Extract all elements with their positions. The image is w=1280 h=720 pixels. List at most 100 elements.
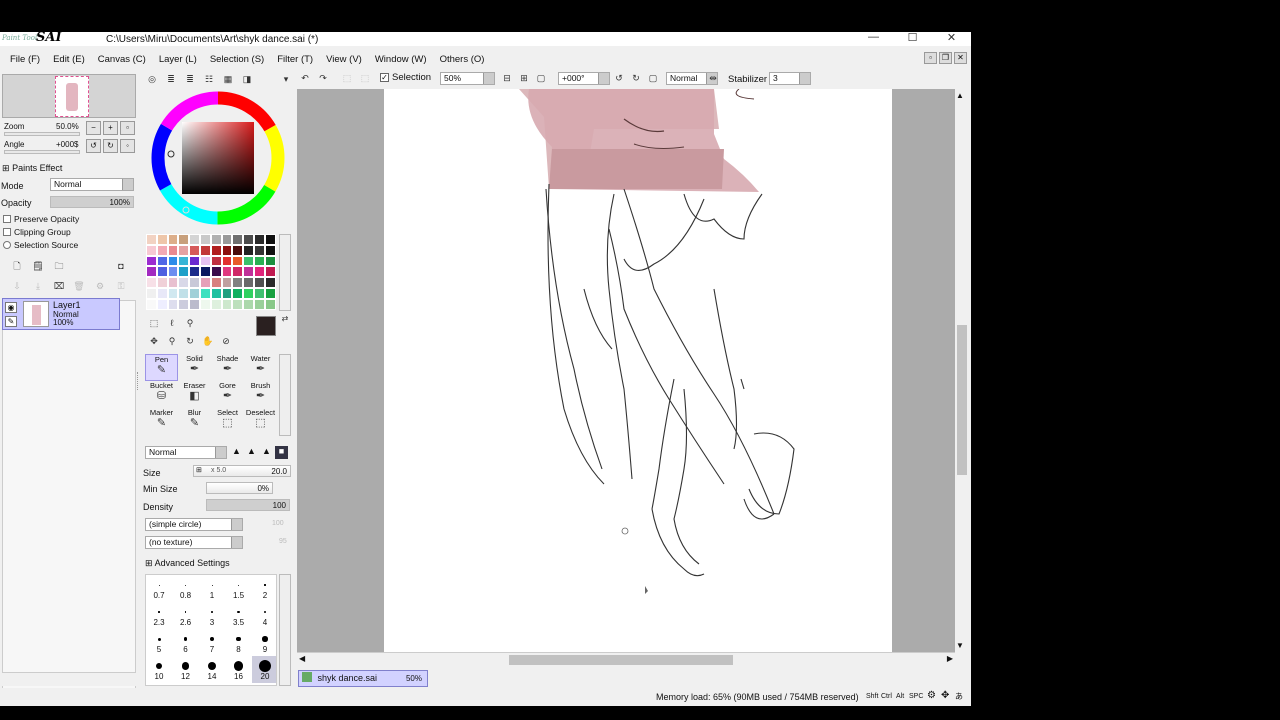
color-swatch[interactable] <box>146 287 157 299</box>
merge-down-icon[interactable]: ⤓ <box>31 279 45 293</box>
color-swatch[interactable] <box>253 277 265 288</box>
rotate-reset-button[interactable]: ◦ <box>120 139 135 153</box>
menu-view[interactable]: View (V) <box>326 54 362 65</box>
color-swatch[interactable] <box>221 287 233 299</box>
color-swatch[interactable] <box>264 287 276 299</box>
collapse-panel-icon[interactable]: ▾ <box>279 72 293 86</box>
color-swatch[interactable] <box>243 255 254 267</box>
color-wheel[interactable] <box>150 90 286 226</box>
panel-splitter[interactable] <box>137 372 142 390</box>
delete-layer-icon[interactable]: 🗑 <box>72 279 86 293</box>
color-swatch[interactable] <box>146 244 157 256</box>
hsv-slider-icon[interactable]: ≣ <box>183 72 197 86</box>
color-swatch[interactable] <box>253 266 265 278</box>
menu-edit[interactable]: Edit (E) <box>53 54 85 65</box>
color-swatch[interactable] <box>221 277 233 288</box>
color-swatch[interactable] <box>189 298 200 310</box>
color-swatch[interactable] <box>210 287 222 299</box>
deselect-icon[interactable]: ⬚ <box>340 71 354 85</box>
zoom-select[interactable]: 50% <box>440 72 495 85</box>
mode-select[interactable]: Normal <box>50 178 134 191</box>
menu-file[interactable]: File (F) <box>10 54 40 65</box>
color-swatch[interactable] <box>167 266 179 278</box>
tool-gore[interactable]: Gore ✒ <box>211 381 244 408</box>
color-swatch[interactable] <box>178 277 190 288</box>
clear-layer-icon[interactable]: ⌧ <box>52 279 66 293</box>
vertical-scroll-thumb[interactable] <box>957 325 967 475</box>
horizontal-scrollbar[interactable]: ◀ ▶ <box>297 652 955 666</box>
menu-filter[interactable]: Filter (T) <box>277 54 313 65</box>
menu-canvas[interactable]: Canvas (C) <box>98 54 146 65</box>
color-swatch[interactable] <box>156 287 168 299</box>
color-swatch[interactable] <box>199 287 211 299</box>
new-linework-layer-icon[interactable]: 🗒 <box>31 259 45 273</box>
brush-size-option[interactable]: 14 <box>199 656 225 683</box>
color-swatch[interactable] <box>189 287 200 299</box>
color-swatch[interactable] <box>167 255 179 267</box>
canvas-paper[interactable] <box>384 89 892 652</box>
brush-size-option[interactable]: 1 <box>199 575 225 602</box>
size-multiplier-icon[interactable]: ⊞ <box>196 466 202 474</box>
color-swatch[interactable] <box>156 255 168 267</box>
color-swatch[interactable] <box>232 234 244 245</box>
color-swatch[interactable] <box>199 298 211 310</box>
zoom-in-button[interactable]: + <box>103 121 118 135</box>
brush-shape-select[interactable]: (simple circle) <box>145 518 243 531</box>
color-swatch[interactable] <box>199 266 211 278</box>
zoom-in-icon[interactable]: ⊞ <box>517 71 531 85</box>
color-swatch[interactable] <box>167 244 179 256</box>
color-swatch[interactable] <box>221 234 233 245</box>
rotate-left-icon[interactable]: ↺ <box>612 71 626 85</box>
color-swatch[interactable] <box>178 255 190 267</box>
tool-bucket[interactable]: Bucket ⛁ <box>145 381 178 408</box>
shape-tip-3-icon[interactable]: ▲ <box>260 446 273 459</box>
new-layer-icon[interactable]: 🗋 <box>10 259 24 273</box>
color-swatch[interactable] <box>199 234 211 245</box>
shape-tip-4-icon[interactable]: ■ <box>275 446 288 459</box>
color-swatch[interactable] <box>264 298 276 310</box>
preserve-opacity-checkbox[interactable]: Preserve Opacity <box>3 214 79 224</box>
brush-size-option[interactable]: 2 <box>252 575 276 602</box>
flip-horizontal-icon[interactable]: ⇹ <box>706 71 720 85</box>
rotate-left-button[interactable]: ↺ <box>86 139 101 153</box>
color-swatch[interactable] <box>264 277 276 288</box>
color-swatch[interactable] <box>243 266 254 278</box>
color-swatch[interactable] <box>178 298 190 310</box>
new-folder-icon[interactable]: 🗀 <box>52 259 66 273</box>
tool-brush[interactable]: Brush ✒ <box>244 381 277 408</box>
color-swatch[interactable] <box>264 255 276 267</box>
color-swatch[interactable] <box>264 234 276 245</box>
size-slider[interactable]: ⊞ x 5.0 20.0 <box>193 465 291 477</box>
color-swatch[interactable] <box>189 277 200 288</box>
color-swatch[interactable] <box>243 298 254 310</box>
color-swatch[interactable] <box>178 266 190 278</box>
brush-texture-select[interactable]: (no texture) <box>145 536 243 549</box>
clipping-group-checkbox[interactable]: Clipping Group <box>3 227 71 237</box>
navigator-thumbnail[interactable] <box>55 76 89 117</box>
move-icon[interactable]: ✥ <box>147 334 161 348</box>
shape-tip-2-icon[interactable]: ▲ <box>245 446 258 459</box>
minimize-button[interactable]: — <box>854 32 893 45</box>
layer-lock-icon[interactable]: ⚿ <box>114 279 128 293</box>
scroll-down-icon[interactable]: ▼ <box>956 641 964 650</box>
brush-size-option[interactable]: 2.3 <box>146 602 172 629</box>
density-slider[interactable]: 100 <box>206 499 290 511</box>
color-swatch[interactable] <box>146 266 157 278</box>
menu-others[interactable]: Others (O) <box>440 54 485 65</box>
main-color-swatch[interactable] <box>256 316 276 336</box>
color-swatch[interactable] <box>253 244 265 256</box>
edit-pen-icon[interactable]: ✎ <box>5 316 17 327</box>
selection-toggle[interactable]: ✓ Selection <box>380 72 431 83</box>
advanced-settings-toggle[interactable]: ⊞ Advanced Settings <box>145 558 230 569</box>
brush-size-option[interactable]: 8 <box>226 629 252 656</box>
brush-size-option[interactable]: 3.5 <box>226 602 252 629</box>
color-swatch[interactable] <box>243 244 254 256</box>
zoom-out-icon[interactable]: ⊟ <box>500 71 514 85</box>
swap-colors-icon[interactable]: ⇄ <box>278 312 292 326</box>
brush-size-option[interactable]: 9 <box>252 629 276 656</box>
layers-scrollbar[interactable] <box>2 672 136 686</box>
color-swatch[interactable] <box>221 255 233 267</box>
color-swatch[interactable] <box>210 298 222 310</box>
tool-pen[interactable]: Pen ✎ <box>145 354 178 381</box>
color-swatch[interactable] <box>243 277 254 288</box>
